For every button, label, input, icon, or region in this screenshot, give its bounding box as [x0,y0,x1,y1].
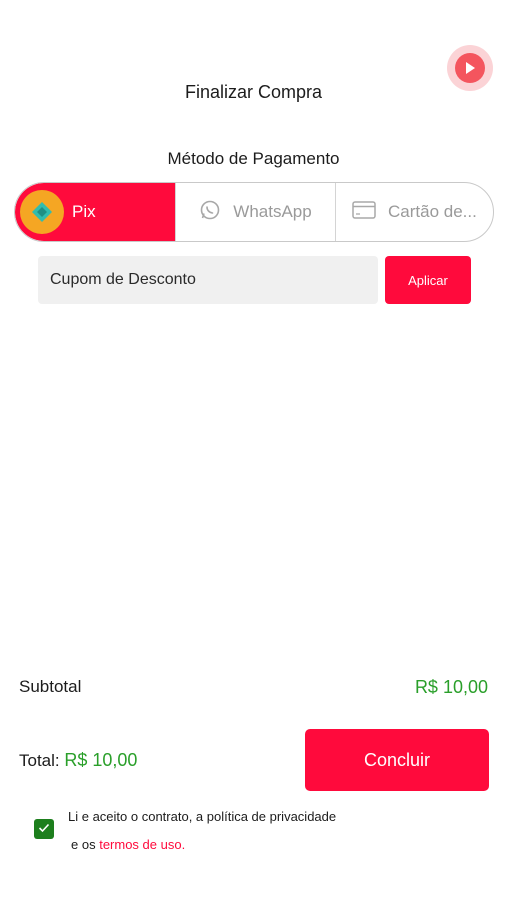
subtotal-value: R$ 10,00 [414,677,488,697]
total-row: Total: R$ 10,00 [19,750,137,771]
page-title: Finalizar Compra [184,82,323,102]
total-label: Total: [19,751,60,770]
credit-card-icon [352,200,376,224]
subtotal-label: Subtotal [19,677,82,696]
terms-text-prefix: e os [71,837,96,852]
payment-option-pix-label: Pix [72,202,96,221]
payment-option-pix[interactable]: Pix [15,183,175,241]
conclude-button[interactable]: Concluir [305,729,489,791]
payment-method-title: Método de Pagamento [167,149,340,168]
payment-option-card[interactable]: Cartão de... [335,183,493,241]
checkout-screen: Finalizar Compra Método de Pagamento Pix… [0,0,507,900]
terms-text-line2: e os termos de uso. [71,837,185,852]
play-icon [455,53,485,83]
terms-text-line1: Li e aceito o contrato, a política de pr… [68,809,337,824]
terms-of-use-link[interactable]: termos de uso. [99,837,185,852]
payment-option-whatsapp-label: WhatsApp [233,202,312,221]
checkmark-icon [38,820,50,838]
coupon-input[interactable] [38,256,378,304]
terms-checkbox[interactable] [34,819,54,839]
apply-coupon-button[interactable]: Aplicar [385,256,471,304]
whatsapp-icon [199,199,221,226]
pix-icon [20,190,64,234]
payment-method-selector: Pix WhatsApp Cartão de... [14,182,494,242]
total-value: R$ 10,00 [64,750,138,770]
payment-option-whatsapp[interactable]: WhatsApp [175,183,335,241]
payment-option-card-label: Cartão de... [388,202,477,221]
